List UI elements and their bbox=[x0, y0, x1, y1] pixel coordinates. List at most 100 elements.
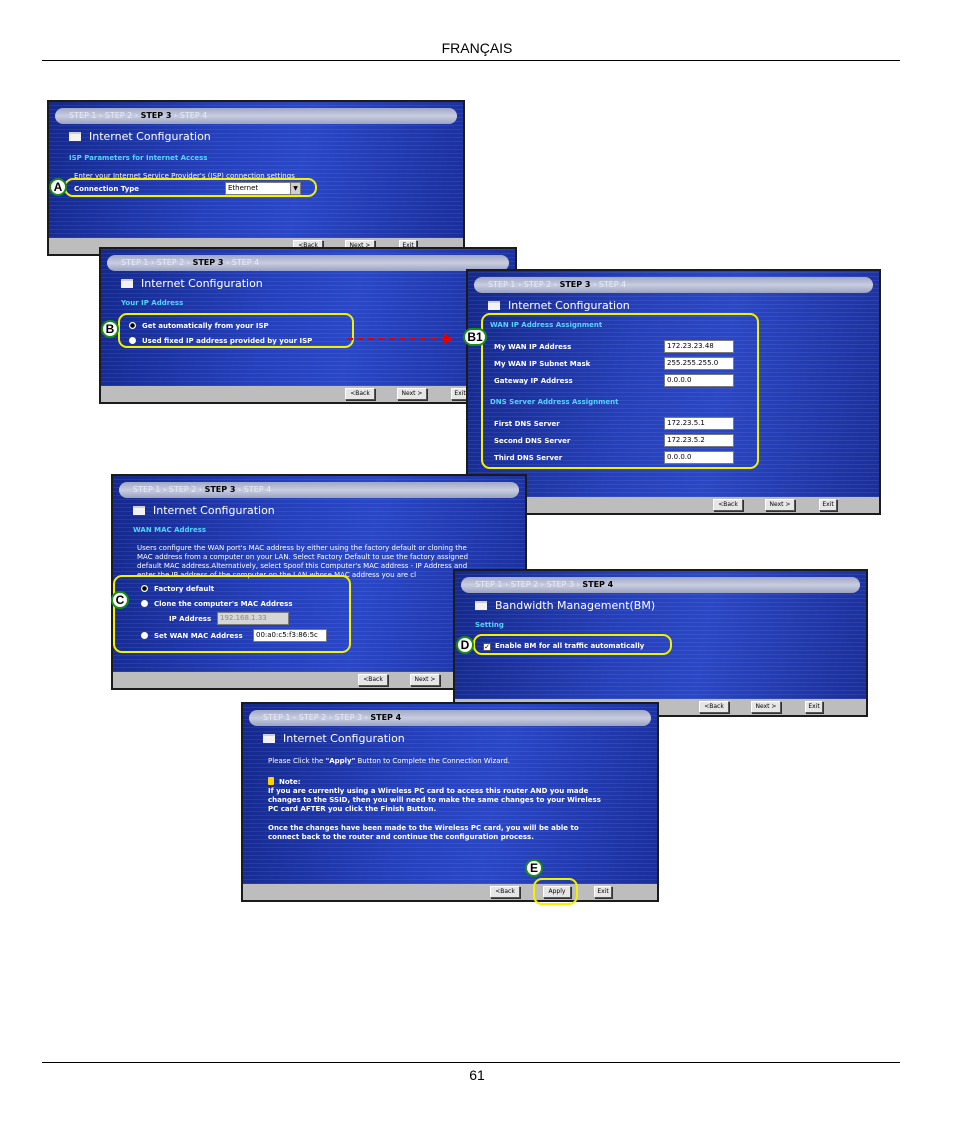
folder-icon bbox=[121, 279, 133, 288]
step-2-label: STEP 2 bbox=[156, 258, 185, 267]
panel-title: Internet Configuration bbox=[133, 504, 275, 517]
highlight-b1 bbox=[481, 313, 759, 469]
callout-e: E bbox=[525, 859, 543, 877]
step-2-label: STEP 2 bbox=[104, 111, 133, 120]
step-bar: STEP 1 › STEP 2 › STEP 3 › STEP 4 bbox=[249, 710, 651, 726]
back-button[interactable]: <Back bbox=[345, 388, 375, 400]
step-1-label: STEP 1 bbox=[263, 713, 291, 722]
note-line: Once the changes have been made to the W… bbox=[268, 824, 579, 832]
step-2-label: STEP 2 bbox=[298, 713, 327, 722]
instruction-post: Button to Complete the Connection Wizard… bbox=[355, 757, 511, 765]
panel-title-text: Internet Configuration bbox=[141, 277, 263, 290]
instruction-text: Please Click the "Apply" Button to Compl… bbox=[268, 757, 510, 765]
callout-c: C bbox=[111, 591, 129, 609]
step-separator: › bbox=[171, 111, 180, 120]
panel-title-text: Internet Configuration bbox=[153, 504, 275, 517]
panel-title: Internet Configuration bbox=[488, 299, 630, 312]
next-button[interactable]: Next > bbox=[397, 388, 427, 400]
step-separator: › bbox=[290, 713, 299, 722]
step-4-label: STEP 4 bbox=[582, 580, 614, 589]
callout-b1: B1 bbox=[463, 328, 487, 346]
panel-footer: <Back Next > Exit bbox=[468, 497, 879, 513]
panel-title: Internet Configuration bbox=[69, 130, 211, 143]
panel-footer: <Back Next > Exit bbox=[101, 386, 515, 402]
step-separator: › bbox=[515, 280, 524, 289]
step-4-label: STEP 4 bbox=[231, 258, 260, 267]
step-separator: › bbox=[590, 280, 599, 289]
back-button[interactable]: <Back bbox=[699, 701, 729, 713]
step-separator: › bbox=[235, 485, 244, 494]
step-4-label: STEP 4 bbox=[179, 111, 208, 120]
step-3-label: STEP 3 bbox=[192, 258, 224, 267]
highlight-b bbox=[118, 313, 354, 348]
note-line: changes to the SSID, then you will need … bbox=[268, 796, 601, 804]
step-3-label: STEP 3 bbox=[140, 111, 172, 120]
section-heading: ISP Parameters for Internet Access bbox=[69, 154, 208, 162]
step-separator: › bbox=[160, 485, 169, 494]
highlight-d bbox=[473, 634, 672, 655]
panel-title-text: Internet Configuration bbox=[283, 732, 405, 745]
step-separator: › bbox=[551, 280, 560, 289]
step-separator: › bbox=[326, 713, 335, 722]
step-separator: › bbox=[223, 258, 232, 267]
callout-b: B bbox=[101, 320, 119, 338]
step-separator: › bbox=[196, 485, 205, 494]
panel-title-text: Internet Configuration bbox=[89, 130, 211, 143]
header-rule bbox=[42, 60, 900, 61]
folder-icon bbox=[488, 301, 500, 310]
section-heading: WAN MAC Address bbox=[133, 526, 207, 534]
description-line: MAC address from a computer on your LAN.… bbox=[137, 553, 469, 561]
section-heading: Your IP Address bbox=[121, 299, 184, 307]
step-separator: › bbox=[132, 111, 141, 120]
step-bar: STEP 1 › STEP 2 › STEP 3 › STEP 4 bbox=[119, 482, 519, 498]
callout-d: D bbox=[456, 636, 474, 654]
exit-button[interactable]: Exit bbox=[594, 886, 612, 898]
step-separator: › bbox=[96, 111, 105, 120]
exit-button[interactable]: Exit bbox=[819, 499, 837, 511]
step-bar: STEP 1 › STEP 2 › STEP 3 › STEP 4 bbox=[107, 255, 509, 271]
callout-a: A bbox=[49, 178, 67, 196]
note-label: Note: bbox=[279, 778, 301, 786]
step-4-label: STEP 4 bbox=[370, 713, 402, 722]
description-line: Users configure the WAN port's MAC addre… bbox=[137, 544, 467, 552]
step-2-label: STEP 2 bbox=[168, 485, 197, 494]
note-heading: Note: bbox=[268, 777, 301, 786]
folder-icon bbox=[263, 734, 275, 743]
next-button[interactable]: Next > bbox=[410, 674, 440, 686]
step-1-label: STEP 1 bbox=[133, 485, 161, 494]
back-button[interactable]: <Back bbox=[358, 674, 388, 686]
highlight-e bbox=[533, 878, 578, 905]
next-button[interactable]: Next > bbox=[751, 701, 781, 713]
folder-icon bbox=[69, 132, 81, 141]
instruction-apply: "Apply" bbox=[325, 757, 356, 765]
step-bar: STEP 1 › STEP 2 › STEP 3 › STEP 4 bbox=[461, 577, 860, 593]
next-button[interactable]: Next > bbox=[765, 499, 795, 511]
step-1-label: STEP 1 bbox=[475, 580, 503, 589]
arrow-head-icon bbox=[443, 333, 453, 345]
step-bar: STEP 1 › STEP 2 › STEP 3 › STEP 4 bbox=[474, 277, 873, 293]
step-1-label: STEP 1 bbox=[488, 280, 516, 289]
step-separator: › bbox=[502, 580, 511, 589]
instruction-pre: Please Click the bbox=[268, 757, 326, 765]
section-heading: Setting bbox=[475, 621, 504, 629]
panel-title: Internet Configuration bbox=[121, 277, 263, 290]
step-2-label: STEP 2 bbox=[510, 580, 539, 589]
highlight-c bbox=[113, 575, 351, 653]
step-separator: › bbox=[538, 580, 547, 589]
note-line: connect back to the router and continue … bbox=[268, 833, 534, 841]
description-line: default MAC address.Alternatively, selec… bbox=[137, 562, 468, 570]
back-button[interactable]: <Back bbox=[713, 499, 743, 511]
panel-apply: STEP 1 › STEP 2 › STEP 3 › STEP 4 Intern… bbox=[241, 702, 659, 902]
note-line: If you are currently using a Wireless PC… bbox=[268, 787, 589, 795]
step-bar: STEP 1 › STEP 2 › STEP 3 › STEP 4 bbox=[55, 108, 457, 124]
highlight-a bbox=[64, 178, 317, 197]
back-button[interactable]: <Back bbox=[490, 886, 520, 898]
folder-icon bbox=[133, 506, 145, 515]
step-separator: › bbox=[184, 258, 193, 267]
step-1-label: STEP 1 bbox=[121, 258, 149, 267]
exit-button[interactable]: Exit bbox=[805, 701, 823, 713]
step-4-label: STEP 4 bbox=[598, 280, 627, 289]
step-3-label: STEP 3 bbox=[559, 280, 591, 289]
step-1-label: STEP 1 bbox=[69, 111, 97, 120]
folder-icon bbox=[475, 601, 487, 610]
